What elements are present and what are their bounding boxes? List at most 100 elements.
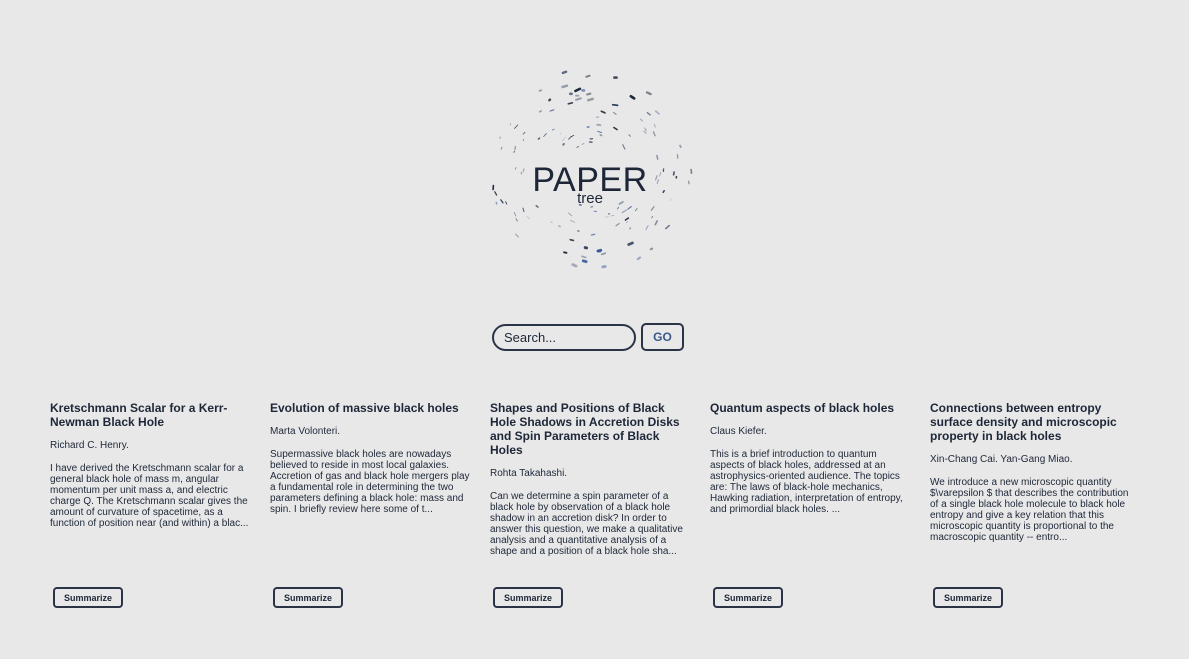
- logo-swirl-dash: [569, 238, 575, 242]
- paper-title: Quantum aspects of black holes: [710, 401, 895, 415]
- logo-swirl-dash: [581, 255, 587, 259]
- logo-swirl-dash: [549, 109, 555, 112]
- logo-swirl-dash: [626, 221, 628, 223]
- search-input[interactable]: [492, 323, 636, 351]
- logo-swirl-dash: [635, 208, 638, 212]
- logo-swirl-dash: [526, 216, 531, 220]
- logo-swirl-dash: [613, 112, 617, 115]
- paper-tree-logo: PAPER tree: [484, 62, 696, 276]
- logo-swirl-dash: [515, 233, 519, 238]
- logo-swirl-dash: [522, 207, 525, 213]
- logo-swirl-dash: [652, 131, 656, 137]
- logo-swirl-dash: [575, 97, 582, 101]
- logo-swirl-dash: [538, 110, 543, 113]
- paper-card: Shapes and Positions of Black Hole Shado…: [490, 401, 690, 616]
- logo-swirl-dash: [665, 224, 670, 230]
- paper-authors: Rohta Takahashi.: [490, 468, 568, 479]
- logo-swirl-dash: [650, 206, 655, 211]
- logo-swirl-dash: [561, 84, 569, 89]
- summarize-button[interactable]: Summarize: [273, 587, 343, 608]
- logo-swirl-dash: [599, 134, 603, 137]
- logo-swirl-dash: [628, 134, 631, 137]
- paper-card: Kretschmann Scalar for a Kerr-Newman Bla…: [50, 401, 250, 616]
- paper-abstract: This is a brief introduction to quantum …: [710, 449, 903, 515]
- logo-swirl-dash: [627, 241, 634, 246]
- logo-swirl-dash: [513, 211, 517, 217]
- logo-swirl-dash: [597, 130, 603, 134]
- logo-swirl-dash: [537, 137, 541, 140]
- logo-swirl-dash: [600, 252, 607, 256]
- logo-swirl-dash: [515, 218, 518, 222]
- logo-swirl-dash: [551, 128, 555, 131]
- summarize-button[interactable]: Summarize: [53, 587, 123, 608]
- logo-swirl-dash: [622, 144, 626, 150]
- logo-swirl-dash: [568, 212, 573, 217]
- logo-swirl-dash: [679, 144, 682, 148]
- logo-swirl-dash: [644, 127, 647, 132]
- logo-swirl-dash: [567, 101, 574, 105]
- logo-swirl-dash: [576, 146, 580, 148]
- summarize-button[interactable]: Summarize: [933, 587, 1003, 608]
- paper-authors: Claus Kiefer.: [710, 426, 767, 437]
- logo-swirl-dash: [596, 123, 602, 127]
- logo-swirl-dash: [610, 215, 615, 217]
- logo-subtitle: tree: [577, 190, 603, 207]
- summarize-button[interactable]: Summarize: [493, 587, 563, 608]
- logo-swirl-dash: [624, 217, 630, 221]
- logo-swirl-dash: [645, 225, 649, 231]
- paper-authors: Xin-Chang Cai. Yan-Gang Miao.: [930, 454, 1073, 465]
- logo-swirl-dash: [514, 124, 519, 129]
- logo-swirl-dash: [611, 103, 619, 107]
- paper-title: Connections between entropy surface dens…: [930, 401, 1117, 443]
- logo-swirl-dash: [563, 251, 568, 254]
- logo-swirl-dash: [621, 209, 627, 214]
- logo-swirl-dash: [574, 87, 582, 93]
- logo-swirl-dash: [654, 220, 658, 226]
- logo-swirl-dash: [596, 248, 603, 253]
- logo-swirl-dash: [513, 150, 515, 153]
- paper-title: Shapes and Positions of Black Hole Shado…: [490, 401, 680, 457]
- logo-swirl-dash: [581, 259, 588, 264]
- logo-swirl-dash: [613, 126, 618, 131]
- go-button[interactable]: GO: [641, 323, 684, 351]
- paper-title: Evolution of massive black holes: [270, 401, 459, 415]
- paper-list: Kretschmann Scalar for a Kerr-Newman Bla…: [50, 401, 1150, 616]
- logo-swirl-dash: [581, 143, 585, 145]
- logo-swirl-dash: [585, 74, 591, 78]
- logo-swirl-dash: [629, 227, 632, 230]
- logo-swirl-dash: [590, 233, 596, 236]
- paper-authors: Richard C. Henry.: [50, 440, 129, 451]
- logo-swirl-dash: [617, 206, 620, 210]
- logo-swirl-dash: [639, 118, 644, 122]
- logo-swirl-dash: [567, 135, 572, 140]
- logo-swirl-dash: [571, 263, 578, 268]
- logo-swirl-dash: [561, 70, 568, 75]
- logo-swirl-dash: [586, 92, 592, 96]
- logo-swirl-dash: [548, 98, 552, 102]
- logo-swirl-dash: [636, 256, 642, 261]
- logo-swirl-dash: [646, 112, 651, 116]
- paper-abstract: Can we determine a spin parameter of a b…: [490, 491, 683, 557]
- logo-swirl-dash: [550, 221, 553, 223]
- logo-swirl-dash: [654, 110, 660, 115]
- logo-swirl-dash: [651, 215, 653, 219]
- logo-swirl-dash: [615, 222, 620, 227]
- logo-swirl-dash: [561, 136, 566, 142]
- paper-card: Connections between entropy surface dens…: [930, 401, 1130, 616]
- paper-title: Kretschmann Scalar for a Kerr-Newman Bla…: [50, 401, 228, 429]
- logo-swirl-dash: [562, 143, 565, 146]
- logo-swirl-dash: [600, 110, 606, 114]
- logo-swirl-dash: [522, 131, 526, 135]
- logo-swirl-dash: [645, 91, 652, 96]
- paper-abstract: We introduce a new microscopic quantity …: [930, 477, 1129, 543]
- logo-swirl-dash: [569, 219, 576, 223]
- logo-swirl-dash: [653, 123, 656, 128]
- paper-card: Quantum aspects of black holes Claus Kie…: [710, 401, 910, 616]
- paper-abstract: Supermassive black holes are nowadays be…: [270, 449, 470, 515]
- summarize-button[interactable]: Summarize: [713, 587, 783, 608]
- logo-swirl-dash: [500, 146, 503, 150]
- logo-swirl-dash: [538, 89, 543, 92]
- logo-swirl-dash: [586, 97, 594, 102]
- paper-card: Evolution of massive black holes Marta V…: [270, 401, 470, 616]
- logo-swirl-dash: [656, 154, 659, 160]
